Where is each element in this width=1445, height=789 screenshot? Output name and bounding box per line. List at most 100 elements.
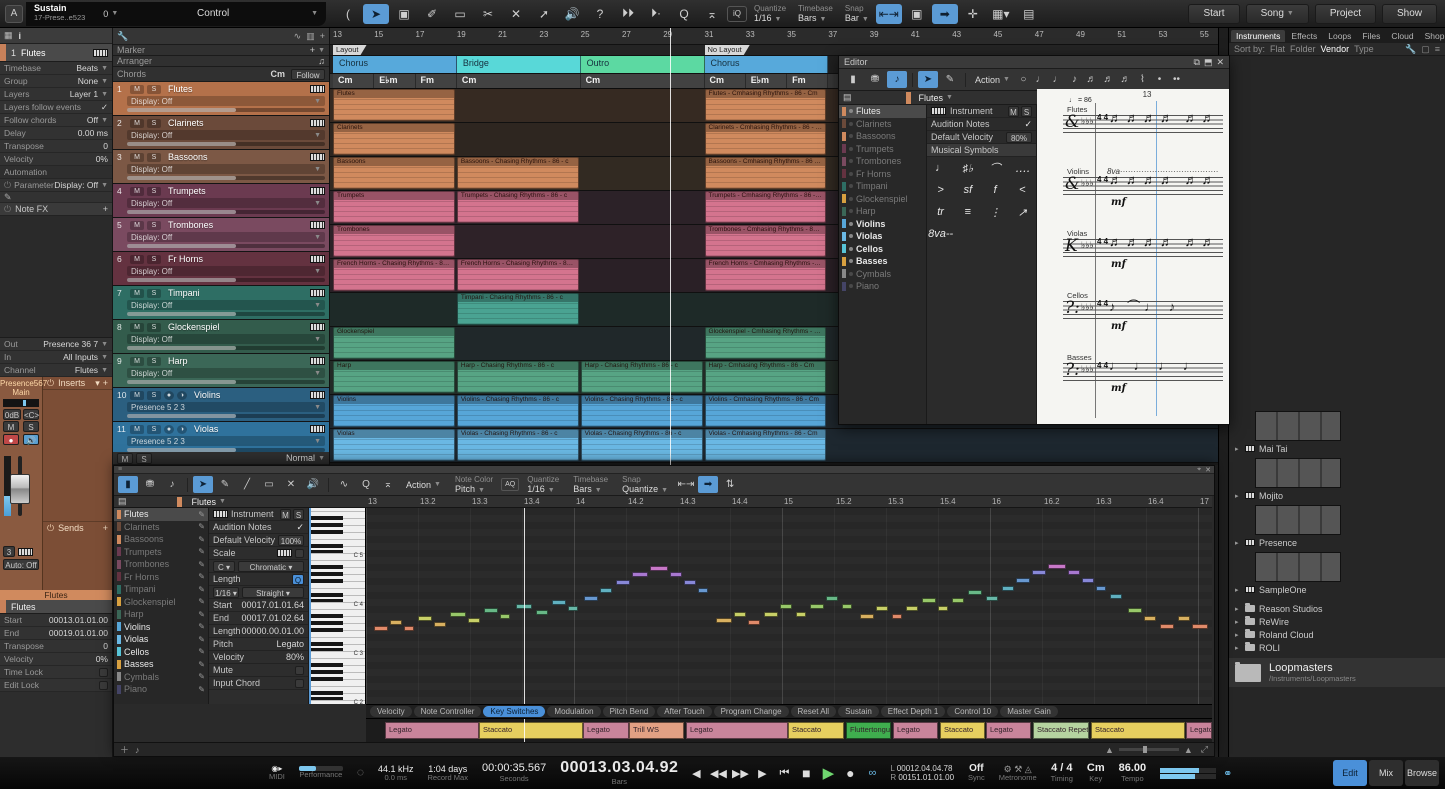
auto-quantize-toggle[interactable]: AQ [501,478,520,491]
expand-arrow-icon[interactable]: ▸ [1235,445,1241,453]
musical-symbol-button[interactable]: ≡ [954,201,981,223]
quantize-select[interactable]: Quantize 1/16 ▼ [527,475,559,494]
mute-button[interactable]: M [130,220,144,230]
quantize-length-button[interactable]: Q [292,573,304,585]
track-header-clarinets[interactable]: 2 M S Clarinets Display: Off ▼ [113,116,329,150]
pencil-icon[interactable]: ✎ [198,585,205,594]
timebase-select[interactable]: Timebase Bars ▼ [573,475,608,494]
midi-note[interactable] [716,618,732,623]
eraser-tool[interactable]: ▭ [259,476,279,493]
strip-bus-name[interactable]: Main [0,388,42,397]
track-dropdown[interactable]: Display: Off ▼ [127,96,325,106]
track-header-violas[interactable]: 11 M S ● ◑ Violas Presence 5 2 3 ▼ [113,422,329,456]
monitor-button[interactable]: ◑ [177,424,187,434]
pr-zoom-in-icon[interactable]: ▲ [1184,745,1193,755]
piano-track-item[interactable]: Harp ✎ [114,608,208,621]
loop-range[interactable]: L 00012.04.04.78 R 00151.01.01.00 [890,764,954,782]
midi-event[interactable]: Harp - Chasing Rhythms - 86 - c [580,361,703,393]
strip-plugin-name[interactable]: Presence567 [0,377,47,388]
pencil-tool[interactable]: ✎ [940,71,960,88]
expand-arrow-icon[interactable]: ▸ [1235,605,1241,613]
timebase-select[interactable]: Timebase Bars ▼ [798,4,833,23]
mute-button[interactable]: M [130,356,144,366]
piano-track-item[interactable]: Timpani ✎ [114,583,208,596]
track-size-mode[interactable]: Normal [286,453,315,463]
inspector-row-value[interactable]: Off [87,115,98,125]
expand-arrow-icon[interactable]: ▸ [1235,618,1241,626]
inspector-row-value[interactable]: 0% [96,154,108,164]
midi-event[interactable]: Bassoons - Chasing Rhythms - 86 - c [456,157,579,189]
midi-event[interactable]: Trumpets [333,191,455,223]
midi-note[interactable] [748,620,760,625]
editor-close-icon[interactable]: ✕ [1216,57,1224,68]
keyboard-octave[interactable]: C 2 [309,700,365,704]
track-dropdown[interactable]: Presence 5 2 3 ▼ [127,402,325,412]
piano-track-item[interactable]: Trombones ✎ [114,558,208,571]
parameter-value[interactable]: Display: Off [54,180,98,190]
midi-note[interactable] [860,614,874,619]
stop-button[interactable]: ■ [795,764,817,782]
midi-note[interactable] [568,606,578,611]
chord-event[interactable]: E♭m [374,74,416,88]
midi-note[interactable] [1032,570,1046,575]
score-track-item[interactable]: Glockenspiel [839,193,926,206]
help-icon[interactable]: ? [587,4,613,24]
mute-button[interactable]: M [130,152,144,162]
score-track-item[interactable]: Cellos [839,243,926,256]
snap-select[interactable]: Snap Bar ▼ [845,4,869,23]
midi-event[interactable]: Flutes [333,89,455,121]
pr-zoom-out-icon[interactable]: ▲ [1105,745,1114,755]
channel-value[interactable]: Flutes [75,365,98,375]
pencil-icon[interactable]: ✎ [198,547,205,556]
pr-solo[interactable]: S [293,508,304,520]
midi-event[interactable]: Violas [333,429,455,461]
chord-event[interactable]: Fm [787,74,829,88]
chord-event[interactable]: Cm [456,74,581,88]
strip-keyboard-icon[interactable] [18,547,33,556]
midi-note[interactable] [404,626,414,631]
musical-symbol-button[interactable]: f [982,179,1009,201]
midi-note[interactable] [552,600,566,605]
midi-event[interactable]: French Horns - Chasing Rhythms - 86 - c [333,259,455,291]
score-track-dropdown[interactable]: Flutes [919,93,944,103]
black-key[interactable] [309,523,343,527]
black-key[interactable] [309,614,343,618]
midi-note[interactable] [500,614,510,619]
midi-note[interactable] [922,598,936,603]
midi-note[interactable] [450,612,466,617]
strip-record-button[interactable]: ● [3,434,19,445]
inspector-row-value[interactable]: None [78,76,98,86]
track-keyboard-icon[interactable] [310,119,325,127]
track-volume-slider[interactable] [127,312,325,316]
solo-button[interactable]: S [147,84,161,94]
midi-note[interactable] [986,596,998,601]
browser-item-mai-tai[interactable]: ▸ Mai Tai [1229,442,1445,455]
macros-icon[interactable]: ⌅ [378,476,398,493]
track-volume-slider[interactable] [127,108,325,112]
note-grid[interactable] [366,508,1212,704]
strip-solo-button[interactable]: S [23,421,39,432]
score-track-item[interactable]: Flutes [839,105,926,118]
pr-velocity-value[interactable]: 100% [278,534,304,546]
piano-track-item[interactable]: Flutes ✎ [114,508,208,521]
inserts-add-icon[interactable]: + [103,378,108,388]
solo-button[interactable]: S [147,220,161,230]
midi-note[interactable] [1082,578,1094,583]
browser-tab-instruments[interactable]: Instruments [1231,29,1286,42]
listen-tool[interactable]: 🔊 [303,476,323,493]
add-marker-icon[interactable]: + [310,45,315,55]
master-solo-button[interactable]: S [136,452,152,464]
keyswitch-block[interactable]: Staccato [1091,722,1185,739]
pencil-icon[interactable]: ✎ [198,635,205,644]
strip-mini-slider[interactable] [3,399,39,407]
track-keyboard-icon[interactable] [310,391,325,399]
strip-track-tab[interactable]: Flutes [0,590,112,600]
midi-note[interactable] [698,588,708,593]
expand-arrow-icon[interactable]: ▸ [1235,631,1241,639]
mute-tool[interactable]: ✕ [281,476,301,493]
snap-toggle[interactable]: ⇤⇥ [676,476,696,493]
controller-tab-velocity[interactable]: Velocity [370,706,412,717]
event-row-value[interactable]: 00013.01.01.00 [49,615,108,625]
track-volume-slider[interactable] [127,346,325,350]
inspector-row-value[interactable]: 0.00 ms [78,128,108,138]
